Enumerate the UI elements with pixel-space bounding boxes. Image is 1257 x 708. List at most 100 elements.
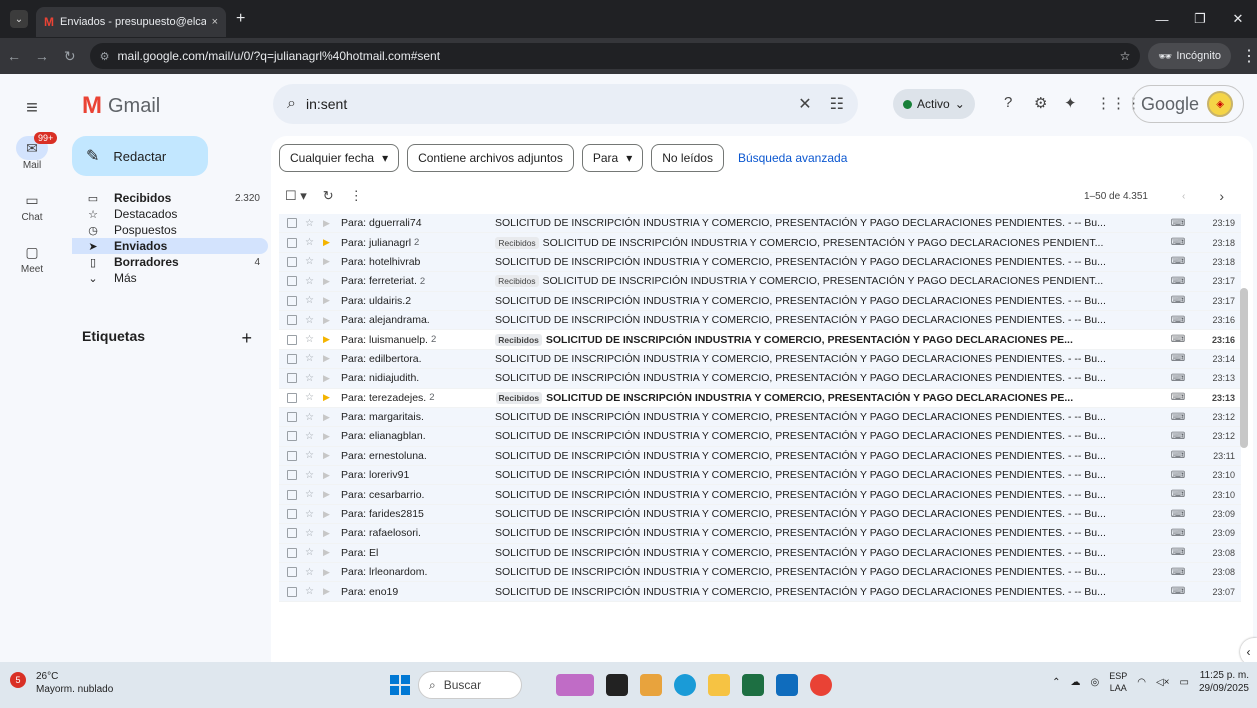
importance-marker-icon[interactable]: ▶ bbox=[323, 218, 337, 229]
importance-marker-icon[interactable]: ▶ bbox=[323, 353, 337, 364]
browser-tab[interactable]: M Enviados - presupuesto@elcam × bbox=[36, 7, 226, 37]
language-indicator[interactable]: ESP LAA bbox=[1109, 670, 1127, 694]
new-tab-button[interactable]: + bbox=[236, 10, 245, 28]
weather-widget[interactable]: 5 26°C Mayorm. nublado bbox=[10, 670, 113, 696]
row-checkbox[interactable] bbox=[287, 567, 297, 578]
sidebar-item-destacados[interactable]: ☆ Destacados bbox=[72, 206, 268, 222]
task-view-icon[interactable] bbox=[606, 674, 628, 696]
advanced-search-link[interactable]: Búsqueda avanzada bbox=[738, 151, 847, 165]
star-icon[interactable]: ☆ bbox=[305, 470, 319, 481]
row-checkbox[interactable] bbox=[287, 373, 297, 384]
table-row[interactable]: ☆ ▶ Para: eno19 SOLICITUD DE INSCRIPCIÓN IN… bbox=[279, 582, 1241, 602]
store-app-icon[interactable] bbox=[776, 674, 798, 696]
importance-marker-icon[interactable]: ▶ bbox=[323, 373, 337, 384]
row-checkbox[interactable] bbox=[287, 276, 297, 287]
importance-marker-icon[interactable]: ▶ bbox=[323, 547, 337, 558]
star-icon[interactable]: ☆ bbox=[305, 528, 319, 539]
star-icon[interactable]: ☆ bbox=[305, 489, 319, 500]
table-row[interactable]: ☆ ▶ Para: elianagblan. SOLICITUD DE INSCRIP… bbox=[279, 427, 1241, 447]
help-icon[interactable]: ? bbox=[1004, 94, 1012, 111]
table-row[interactable]: ☆ ▶ Para: rafaelosori. SOLICITUD DE INSCRIP… bbox=[279, 524, 1241, 544]
importance-marker-icon[interactable]: ▶ bbox=[323, 295, 337, 306]
table-row[interactable]: ☆ ▶ Para: cesarbarrio. SOLICITUD DE INSCRIP… bbox=[279, 485, 1241, 505]
star-icon[interactable]: ☆ bbox=[305, 276, 319, 287]
clock[interactable]: 11:25 p. m. 29/09/2025 bbox=[1199, 669, 1249, 695]
row-checkbox[interactable] bbox=[287, 489, 297, 500]
row-checkbox[interactable] bbox=[287, 431, 297, 442]
table-row[interactable]: ☆ ▶ Para: hotelhivrab SOLICITUD DE INSCRIPC… bbox=[279, 252, 1241, 273]
to-filter-chip[interactable]: Para ▾ bbox=[581, 144, 644, 172]
row-checkbox[interactable] bbox=[287, 218, 297, 229]
sidebar-item-enviados[interactable]: ➤ Enviados bbox=[72, 238, 268, 254]
importance-marker-icon[interactable]: ▶ bbox=[323, 450, 337, 461]
close-window-icon[interactable]: ✕ bbox=[1219, 0, 1257, 38]
row-checkbox[interactable] bbox=[287, 392, 297, 403]
star-icon[interactable]: ☆ bbox=[305, 547, 319, 558]
forward-icon[interactable]: → bbox=[28, 48, 56, 64]
importance-marker-icon[interactable]: ▶ bbox=[323, 586, 337, 597]
more-options-icon[interactable]: ⋮ bbox=[350, 188, 363, 204]
select-all-checkbox[interactable]: ☐ ▾ bbox=[285, 188, 307, 204]
search-input[interactable]: in:sent bbox=[306, 96, 780, 112]
url-text[interactable]: mail.google.com/mail/u/0/?q=julianagrl%4… bbox=[118, 49, 1120, 63]
table-row[interactable]: ☆ ▶ Para: loreriv91 SOLICITUD DE INSCRIPCIÓ… bbox=[279, 466, 1241, 486]
status-button[interactable]: Activo ⌄ bbox=[893, 89, 975, 119]
next-page-icon[interactable]: › bbox=[1219, 188, 1224, 204]
star-icon[interactable]: ☆ bbox=[305, 392, 319, 403]
table-row[interactable]: ☆ ▶ Para: alejandrama. SOLICITUD DE INSCRIP… bbox=[279, 310, 1241, 331]
add-label-icon[interactable]: + bbox=[241, 328, 252, 349]
importance-marker-icon[interactable]: ▶ bbox=[323, 392, 337, 403]
table-row[interactable]: ☆ ▶ Para: nidiajudith. SOLICITUD DE INSCRIP… bbox=[279, 369, 1241, 389]
row-checkbox[interactable] bbox=[287, 315, 297, 326]
star-icon[interactable]: ☆ bbox=[305, 586, 319, 597]
importance-marker-icon[interactable]: ▶ bbox=[323, 567, 337, 578]
star-icon[interactable]: ☆ bbox=[305, 315, 319, 326]
restore-icon[interactable]: ❐ bbox=[1181, 0, 1219, 38]
site-info-icon[interactable]: ⚙ bbox=[100, 50, 110, 63]
importance-marker-icon[interactable]: ▶ bbox=[323, 509, 337, 520]
star-icon[interactable]: ☆ bbox=[305, 567, 319, 578]
chrome-browser-icon[interactable] bbox=[810, 674, 832, 696]
importance-marker-icon[interactable]: ▶ bbox=[323, 256, 337, 267]
file-explorer-icon[interactable] bbox=[708, 674, 730, 696]
refresh-icon[interactable]: ↻ bbox=[323, 188, 334, 204]
table-row[interactable]: ☆ ▶ Para: farides2815 SOLICITUD DE INSCRIPC… bbox=[279, 504, 1241, 525]
photos-app-icon[interactable] bbox=[640, 674, 662, 696]
clear-search-icon[interactable]: ✕ bbox=[798, 94, 811, 114]
importance-marker-icon[interactable]: ▶ bbox=[323, 470, 337, 481]
sidebar-item-pospuestos[interactable]: ◷ Pospuestos bbox=[72, 222, 268, 238]
prev-page-icon[interactable]: ‹ bbox=[1182, 191, 1185, 202]
search-bar[interactable]: ⌕ in:sent ✕ ☷ bbox=[273, 84, 858, 124]
onedrive-icon[interactable]: ☁ bbox=[1070, 677, 1080, 688]
table-row[interactable]: ☆ ▶ Para: margaritais. SOLICITUD DE INSCRIP… bbox=[279, 407, 1241, 428]
row-checkbox[interactable] bbox=[287, 295, 297, 306]
windows-start-icon[interactable] bbox=[390, 675, 410, 695]
table-row[interactable]: ☆ ▶ Para: dguerrali74 SOLICITUD DE INSCRIPC… bbox=[279, 214, 1241, 234]
reload-icon[interactable]: ↻ bbox=[56, 48, 84, 65]
gemini-sparkle-icon[interactable]: ✦ bbox=[1064, 94, 1077, 112]
rail-mail[interactable]: ✉ 99+ Mail bbox=[0, 132, 64, 178]
edge-browser-icon[interactable] bbox=[674, 674, 696, 696]
widgets-app-icon[interactable] bbox=[556, 674, 594, 696]
importance-marker-icon[interactable]: ▶ bbox=[323, 528, 337, 539]
excel-app-icon[interactable] bbox=[742, 674, 764, 696]
search-icon[interactable]: ⌕ bbox=[287, 95, 296, 113]
list-scrollbar[interactable] bbox=[1240, 288, 1248, 448]
security-icon[interactable]: ◎ bbox=[1090, 677, 1099, 688]
table-row[interactable]: ☆ ▶ Para: terezadejes. 2 Recibidos SOLICITUD … bbox=[279, 388, 1241, 408]
importance-marker-icon[interactable]: ▶ bbox=[323, 315, 337, 326]
row-checkbox[interactable] bbox=[287, 412, 297, 423]
tray-overflow-icon[interactable]: ⌃ bbox=[1052, 677, 1060, 688]
star-icon[interactable]: ☆ bbox=[305, 218, 319, 229]
back-icon[interactable]: ← bbox=[0, 48, 28, 64]
browser-menu-icon[interactable]: ⋮ bbox=[1241, 46, 1257, 66]
attachments-filter-chip[interactable]: Contiene archivos adjuntos bbox=[407, 144, 574, 172]
importance-marker-icon[interactable]: ▶ bbox=[323, 489, 337, 500]
rail-meet[interactable]: ▢ Meet bbox=[0, 240, 64, 282]
star-icon[interactable]: ☆ bbox=[305, 256, 319, 267]
sidebar-item-recibidos[interactable]: ▭ Recibidos 2.320 bbox=[72, 190, 268, 206]
row-checkbox[interactable] bbox=[287, 547, 297, 558]
incognito-button[interactable]: 🕶 Incógnito bbox=[1148, 43, 1232, 69]
star-icon[interactable]: ☆ bbox=[305, 412, 319, 423]
importance-marker-icon[interactable]: ▶ bbox=[323, 334, 337, 345]
